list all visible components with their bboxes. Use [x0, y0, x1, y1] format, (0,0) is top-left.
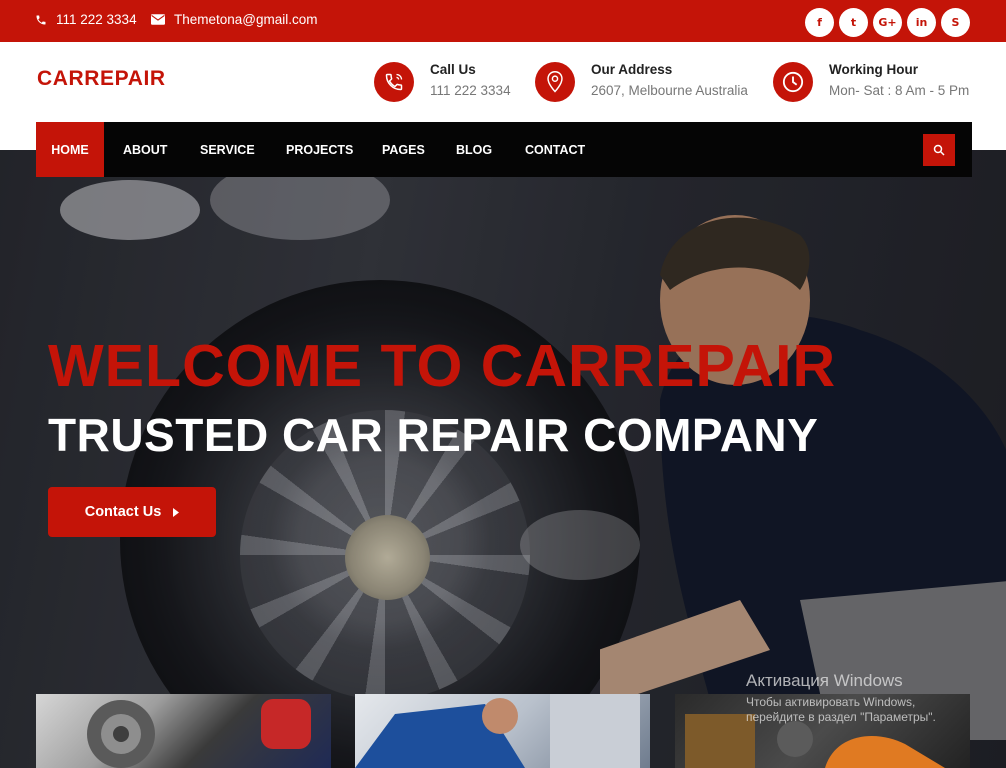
- nav-item-label: PROJECTS: [286, 142, 354, 157]
- watermark-line1: Активация Windows: [746, 671, 903, 690]
- caret-right-icon: [173, 507, 180, 517]
- info-call-value: 111 222 3334: [430, 83, 511, 98]
- contact-us-label: Contact Us: [84, 504, 162, 520]
- nav-item-contact[interactable]: CONTACT: [525, 122, 585, 177]
- topbar-email[interactable]: Themetona@gmail.com: [151, 12, 318, 27]
- google-plus-icon[interactable]: G+: [873, 8, 902, 37]
- watermark-line2: Чтобы активировать Windows,: [746, 695, 916, 709]
- envelope-icon: [151, 14, 165, 25]
- social-links: f t G+ in S: [805, 8, 970, 37]
- contact-us-button[interactable]: Contact Us: [48, 487, 216, 537]
- linkedin-icon[interactable]: in: [907, 8, 936, 37]
- phone-icon: [36, 15, 46, 24]
- nav-item-about[interactable]: ABOUT: [123, 122, 167, 177]
- topbar-phone-text: 111 222 3334: [56, 12, 137, 27]
- twitter-icon[interactable]: t: [839, 8, 868, 37]
- nav-item-label: CONTACT: [525, 142, 586, 157]
- nav-item-label: SERVICE: [200, 142, 255, 157]
- info-call-title: Call Us: [430, 62, 476, 77]
- thumbnail-mechanic-image[interactable]: [355, 694, 650, 768]
- top-bar: 111 222 3334 Themetona@gmail.com f t G+ …: [0, 0, 1006, 42]
- info-hours-title: Working Hour: [829, 62, 918, 77]
- info-hours-value: Mon- Sat : 8 Am - 5 Pm: [829, 83, 970, 98]
- hero-title: WELCOME TO CARREPAIR: [48, 333, 837, 399]
- hero-section: WELCOME TO CARREPAIR TRUSTED CAR REPAIR …: [0, 150, 1006, 768]
- header: CARREPAIR Call Us 111 222 3334 Our Addre…: [0, 42, 1006, 122]
- facebook-icon[interactable]: f: [805, 8, 834, 37]
- info-address-value: 2607, Melbourne Australia: [591, 83, 748, 98]
- nav-item-service[interactable]: SERVICE: [200, 122, 255, 177]
- skype-icon[interactable]: S: [941, 8, 970, 37]
- nav-item-projects[interactable]: PROJECTS: [286, 122, 353, 177]
- info-call: Call Us 111 222 3334: [374, 61, 511, 102]
- watermark-line3: перейдите в раздел "Параметры".: [746, 710, 936, 724]
- nav-item-label: PAGES: [382, 142, 425, 157]
- phone-icon: [374, 62, 414, 102]
- topbar-email-text: Themetona@gmail.com: [174, 12, 318, 27]
- info-address-title: Our Address: [591, 62, 673, 77]
- nav-item-pages[interactable]: PAGES: [382, 122, 425, 177]
- windows-activation-watermark: Активация Windows Чтобы активировать Win…: [746, 671, 936, 725]
- nav-item-label: ABOUT: [123, 142, 168, 157]
- hero-subtitle: TRUSTED CAR REPAIR COMPANY: [48, 409, 819, 461]
- search-button[interactable]: [923, 134, 955, 166]
- map-pin-icon: [535, 62, 575, 102]
- main-nav: HOME ABOUT SERVICE PROJECTS PAGES BLOG C…: [36, 122, 972, 177]
- topbar-phone[interactable]: 111 222 3334: [35, 12, 137, 27]
- search-icon: [933, 144, 945, 156]
- thumbnail-brake-image[interactable]: [36, 694, 331, 768]
- info-hours: Working Hour Mon- Sat : 8 Am - 5 Pm: [773, 61, 969, 102]
- info-address: Our Address 2607, Melbourne Australia: [535, 61, 748, 102]
- nav-item-label: BLOG: [456, 142, 493, 157]
- clock-icon: [773, 62, 813, 102]
- nav-item-label: HOME: [51, 142, 89, 157]
- logo[interactable]: CARREPAIR: [37, 67, 166, 91]
- nav-item-blog[interactable]: BLOG: [456, 122, 492, 177]
- nav-item-home[interactable]: HOME: [36, 122, 104, 177]
